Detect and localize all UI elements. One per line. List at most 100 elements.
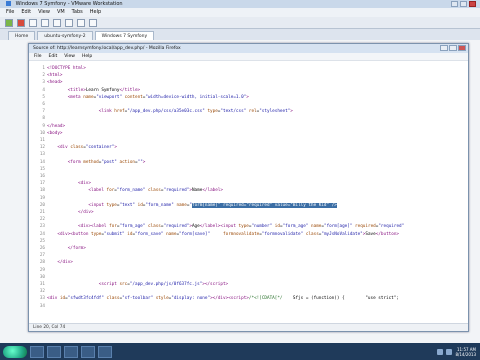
taskbar-media-icon[interactable]	[64, 345, 78, 358]
line-number: 15	[39, 166, 45, 172]
line-code: <link href="/app_dev.php/css/a35e03c.css…	[98, 109, 293, 115]
start-button[interactable]	[3, 345, 27, 358]
ff-menu-file[interactable]: File	[34, 53, 42, 60]
line-code: </head>	[47, 123, 66, 129]
menu-tabs[interactable]: Tabs	[72, 8, 83, 17]
screen: Windows 7 Symfony - VMware Workstation F…	[0, 0, 480, 360]
line-code: <script src="/app_dev.php/js/0f637fc.js"…	[98, 282, 229, 287]
line-number: 13	[39, 152, 45, 158]
tab-ubuntu-symfony-2[interactable]: ubuntu-symfony-2	[37, 31, 93, 40]
line-number: 11	[39, 138, 45, 143]
line-number: 17	[39, 181, 45, 187]
taskbar-ie-icon[interactable]	[30, 345, 44, 358]
menu-help[interactable]: Help	[90, 8, 101, 17]
vmware-menubar: File Edit View VM Tabs Help	[0, 8, 480, 17]
power-on-icon[interactable]	[5, 18, 13, 27]
vmware-tab-strip: Home ubuntu-symfony-2 Windows 7 Symfony	[0, 29, 480, 40]
cursor-position: Line 20, Col 74	[33, 325, 66, 330]
line-number: 31	[39, 282, 45, 287]
vmware-title: Windows 7 Symfony - VMware Workstation	[15, 1, 123, 7]
line-number: 7	[42, 109, 45, 115]
menu-file[interactable]: File	[6, 8, 14, 17]
line-code: <head>	[47, 80, 63, 86]
menu-vm[interactable]: VM	[57, 8, 65, 17]
close-button[interactable]	[469, 1, 476, 7]
manage-snapshots-icon[interactable]	[65, 18, 73, 27]
system-tray: 11:57 AM 8/14/2013	[437, 347, 480, 357]
firefox-view-source-window: Source of: http://learnsymfony.local/app…	[28, 43, 469, 332]
line-number: 4	[42, 87, 45, 93]
firefox-minimize-button[interactable]	[440, 45, 448, 51]
ff-menu-help[interactable]: Help	[82, 53, 92, 60]
line-number: 3	[42, 80, 45, 86]
tab-home[interactable]: Home	[8, 31, 36, 40]
line-code: <div class="container">	[57, 145, 117, 151]
ff-menu-view[interactable]: View	[64, 53, 75, 60]
line-number: 6	[42, 102, 45, 107]
line-number: 23	[39, 224, 45, 230]
line-number: 10	[39, 130, 45, 136]
line-code: <div>	[78, 181, 91, 187]
line-number: 8	[42, 116, 45, 122]
line-number: 25	[39, 238, 45, 244]
taskbar-firefox-icon[interactable]	[81, 345, 95, 358]
taskbar-app-icon[interactable]	[98, 345, 112, 358]
line-code: <div><label for="form_age" class="requir…	[78, 224, 405, 230]
line-code: </div>	[57, 260, 73, 266]
line-code: </div>	[78, 210, 94, 215]
line-number: 20	[39, 202, 45, 208]
clock-date: 8/14/2013	[455, 351, 476, 357]
line-number: 21	[39, 210, 45, 215]
line-code: <html>	[47, 73, 63, 79]
firefox-maximize-button[interactable]	[449, 45, 457, 51]
tab-windows-7-symfony[interactable]: Windows 7 Symfony	[94, 31, 155, 40]
minimize-button[interactable]	[451, 1, 458, 7]
windows-taskbar: 11:57 AM 8/14/2013	[0, 343, 480, 360]
firefox-close-button[interactable]	[458, 45, 466, 51]
line-code: <title>Learn Symfony</title>	[67, 87, 141, 93]
revert-icon[interactable]	[53, 18, 61, 27]
line-code: <div id="sfwdt3fc4fdf" class="sf-toolbar…	[47, 296, 399, 302]
maximize-button[interactable]	[460, 1, 467, 7]
line-number: 19	[39, 195, 45, 201]
line-code: <!DOCTYPE html>	[47, 66, 86, 71]
power-off-icon[interactable]	[17, 18, 25, 27]
vmware-icon	[6, 1, 11, 6]
line-code: <meta name="viewport" content="width=dev…	[67, 94, 249, 100]
ff-menu-edit[interactable]: Edit	[49, 53, 58, 60]
line-number: 24	[39, 231, 45, 237]
snapshot-icon[interactable]	[41, 18, 49, 27]
clock-time: 11:57 AM	[457, 346, 476, 352]
line-number: 26	[39, 246, 45, 251]
menu-view[interactable]: View	[38, 8, 50, 17]
line-number: 2	[42, 73, 45, 79]
line-number: 32	[39, 289, 45, 295]
menu-edit[interactable]: Edit	[21, 8, 31, 17]
firefox-status-bar: Line 20, Col 74	[29, 323, 468, 331]
line-number: 34	[39, 303, 45, 309]
line-number: 33	[39, 296, 45, 302]
line-number: 28	[39, 260, 45, 266]
firefox-title: Source of: http://learnsymfony.local/app…	[33, 46, 181, 51]
taskbar-explorer-icon[interactable]	[47, 345, 61, 358]
line-number: 12	[39, 145, 45, 151]
line-code: <body>	[47, 130, 63, 136]
firefox-window-controls	[440, 45, 466, 51]
firefox-menubar: File Edit View Help	[29, 53, 468, 61]
suspend-icon[interactable]	[29, 18, 37, 27]
vmware-toolbar	[0, 17, 480, 29]
network-icon[interactable]	[437, 348, 444, 355]
volume-icon[interactable]	[446, 348, 453, 355]
line-number: 9	[42, 123, 45, 129]
clock[interactable]: 11:57 AM 8/14/2013	[455, 347, 476, 357]
source-code-view[interactable]: 1 <!DOCTYPE html> 2 <html> 3 <head> 4 <title>L…	[29, 62, 468, 320]
line-code: </form>	[67, 246, 86, 251]
line-number: 5	[42, 94, 45, 100]
unity-icon[interactable]	[89, 18, 97, 27]
window-controls	[451, 1, 476, 7]
line-code: <form method="post" action="">	[67, 159, 146, 165]
line-code: <div><button type="submit" id="form_save…	[57, 231, 400, 237]
firefox-title-bar: Source of: http://learnsymfony.local/app…	[29, 44, 468, 53]
line-number: 29	[39, 267, 45, 273]
fullscreen-icon[interactable]	[77, 18, 85, 27]
